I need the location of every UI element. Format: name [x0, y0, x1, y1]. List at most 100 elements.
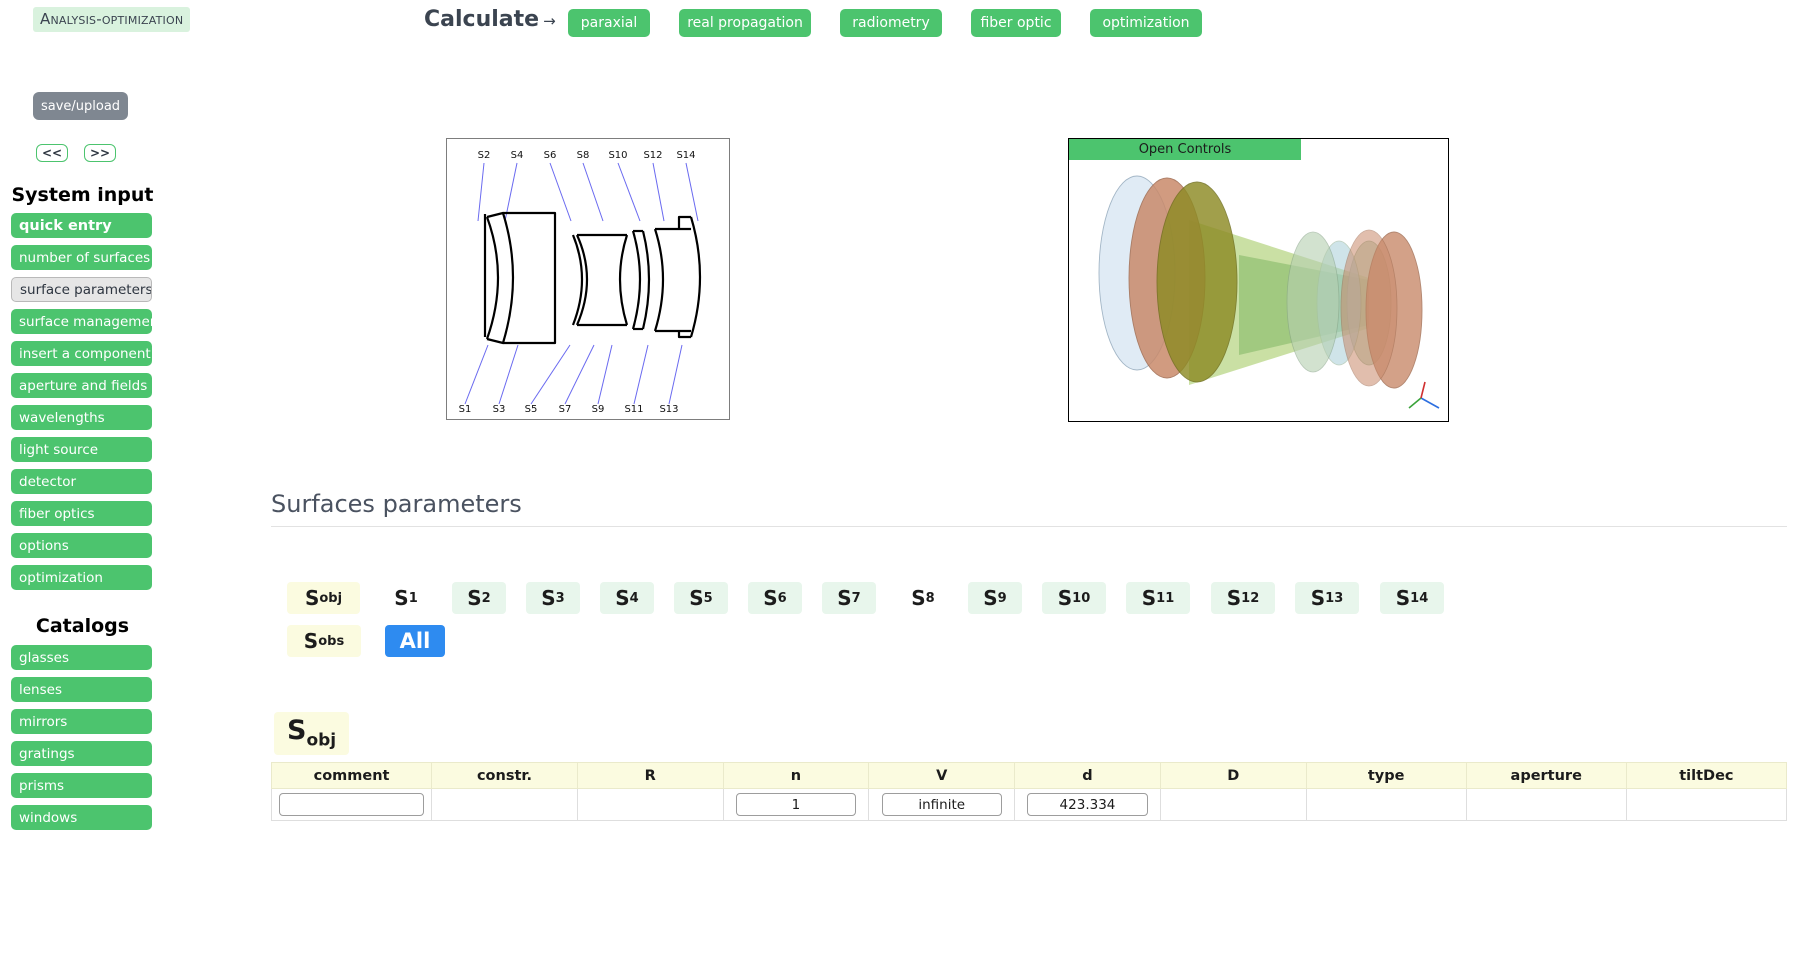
surface-tab-base: S	[1310, 586, 1326, 610]
catalog-item-mirrors[interactable]: mirrors	[11, 709, 152, 734]
sidebar-item-surface-parameters[interactable]: surface parameters	[11, 277, 152, 302]
cell-d	[1159, 788, 1307, 821]
surface-tab-s4[interactable]: S4	[600, 582, 654, 614]
surface-tab-base: S	[1226, 586, 1242, 610]
surface-tab-subscript: 6	[777, 590, 787, 606]
surface-tab-base: S	[1141, 586, 1157, 610]
calc-button-optimization[interactable]: optimization	[1090, 9, 1202, 37]
surface-label-S13: S13	[659, 404, 678, 415]
catalogs-heading: Catalogs	[35, 615, 130, 637]
catalog-item-lenses[interactable]: lenses	[11, 677, 152, 702]
surface-tab-subscript: 2	[481, 590, 491, 606]
sidebar-item-aperture-and-fields[interactable]: aperture and fields	[11, 373, 152, 398]
sidebar-item-options[interactable]: options	[11, 533, 152, 558]
column-header-comment: comment	[270, 762, 433, 789]
surface-tab-s7[interactable]: S7	[822, 582, 876, 614]
cell-d	[1014, 788, 1161, 821]
n-input[interactable]	[735, 793, 857, 816]
surface-tab-base: All	[399, 629, 431, 653]
calc-button-paraxial[interactable]: paraxial	[568, 9, 650, 37]
surface-tab-s8[interactable]: S8	[899, 582, 947, 614]
three-d-canvas[interactable]	[1069, 160, 1448, 421]
save-upload-button[interactable]: save/upload	[33, 92, 128, 120]
lens-layout-diagram[interactable]: S2 S4 S6 S8 S10 S12 S14 S1 S3 S5 S7 S9 S11 S13	[446, 138, 730, 420]
sidebar-item-quick-entry[interactable]: quick entry	[11, 213, 152, 238]
column-header-v: V	[868, 762, 1016, 789]
surface-label-S14: S14	[676, 150, 695, 161]
surface-tab-base: S	[541, 586, 556, 610]
lens-layout-svg: S2 S4 S6 S8 S10 S12 S14 S1 S3 S5 S7 S9 S11 S13	[459, 150, 702, 415]
catalog-item-prisms[interactable]: prisms	[11, 773, 152, 798]
leader-line-S11	[633, 344, 649, 405]
column-header-r: R	[576, 762, 724, 789]
surface-tab-base: S	[983, 586, 998, 610]
cell-n	[722, 788, 870, 821]
leader-line-S9	[597, 344, 613, 405]
surface-tab-subscript: 11	[1156, 590, 1175, 606]
surface-parameters-table: comment constr. Rn Vd Dtype aperture tiltDec	[270, 762, 1788, 821]
surface-tab-subscript: 7	[851, 590, 861, 606]
surface-tab-subscript: obj	[319, 590, 343, 606]
top-header: Analysis-optimization Calculate → paraxia…	[0, 0, 1810, 50]
surface-tab-base: S	[467, 586, 482, 610]
calc-button-radiometry[interactable]: radiometry	[840, 9, 942, 37]
surface-tab-base: S	[303, 629, 319, 653]
surface-tab-base: S	[394, 586, 409, 610]
surface-tab-subscript: 10	[1072, 590, 1091, 606]
surface-tab-sobs[interactable]: Sobs	[287, 625, 361, 657]
surface-tab-base: S	[615, 586, 630, 610]
surface-tab-base: S	[911, 586, 926, 610]
surface-tab-all[interactable]: All	[385, 625, 445, 657]
surface-tab-base: S	[763, 586, 778, 610]
surface-tab-s3[interactable]: S3	[526, 582, 580, 614]
surface-tab-s10[interactable]: S 10	[1042, 582, 1106, 614]
d-input[interactable]	[1027, 793, 1148, 816]
three-d-view-panel[interactable]: Open Controls	[1068, 138, 1449, 422]
cell-aperture	[1465, 788, 1627, 821]
surface-label-S4: S4	[511, 150, 524, 161]
catalog-item-windows[interactable]: windows	[11, 805, 152, 830]
section-divider	[271, 526, 1787, 527]
calc-button-fiber-optic[interactable]: fiber optic	[971, 9, 1061, 37]
cell-r	[576, 788, 724, 821]
sidebar-item-detector[interactable]: detector	[11, 469, 152, 494]
nav-prev-button[interactable]: <<	[36, 144, 68, 162]
surface-tab-s1[interactable]: S1	[387, 582, 425, 614]
calc-button-real-propagation[interactable]: real propagation	[679, 9, 811, 37]
surface-tab-sobj[interactable]: Sobj	[287, 582, 360, 614]
surface-tab-s6[interactable]: S6	[748, 582, 802, 614]
surface-tab-subscript: 13	[1325, 590, 1344, 606]
calculate-text: Calculate	[424, 7, 540, 32]
surface-label-S12: S12	[643, 150, 662, 161]
current-surface-base: S	[287, 715, 307, 746]
surface-tab-s12[interactable]: S 12	[1211, 582, 1275, 614]
current-surface-label: Sobj	[274, 712, 350, 756]
sidebar-item-light-source[interactable]: light source	[11, 437, 152, 462]
sidebar-item-insert-a-component[interactable]: insert a component	[11, 341, 152, 366]
surface-tab-s2[interactable]: S2	[452, 582, 506, 614]
sidebar-item-optimization[interactable]: optimization	[11, 565, 152, 590]
sidebar-item-number-of-surfaces[interactable]: number of surfaces	[11, 245, 152, 270]
sidebar-item-surface-management[interactable]: surface management	[11, 309, 152, 334]
sidebar-item-wavelengths[interactable]: wavelengths	[11, 405, 152, 430]
catalog-item-glasses[interactable]: glasses	[11, 645, 152, 670]
axis-gizmo	[1408, 381, 1440, 409]
column-header-constr: constr.	[431, 762, 578, 789]
surface-tab-s9[interactable]: S9	[968, 582, 1022, 614]
comment-input[interactable]	[279, 793, 425, 816]
v-input[interactable]	[881, 793, 1002, 816]
nav-next-button[interactable]: >>	[84, 144, 116, 162]
leader-line-S8	[582, 162, 604, 222]
sidebar-item-fiber-optics[interactable]: fiber optics	[11, 501, 152, 526]
current-surface-subscript: obj	[306, 730, 337, 751]
catalog-item-gratings[interactable]: gratings	[11, 741, 152, 766]
table-header-row: comment constr. Rn Vd Dtype aperture tiltDec	[270, 762, 1788, 789]
open-controls-button[interactable]: Open Controls	[1069, 139, 1301, 160]
surface-tab-s14[interactable]: S 14	[1380, 582, 1444, 614]
column-header-n: n	[722, 762, 870, 789]
leader-line-S13	[668, 344, 683, 405]
surface-tab-s11[interactable]: S 11	[1126, 582, 1190, 614]
surface-tab-s13[interactable]: S 13	[1295, 582, 1359, 614]
table-row	[270, 788, 1788, 821]
surface-tab-s5[interactable]: S5	[674, 582, 728, 614]
